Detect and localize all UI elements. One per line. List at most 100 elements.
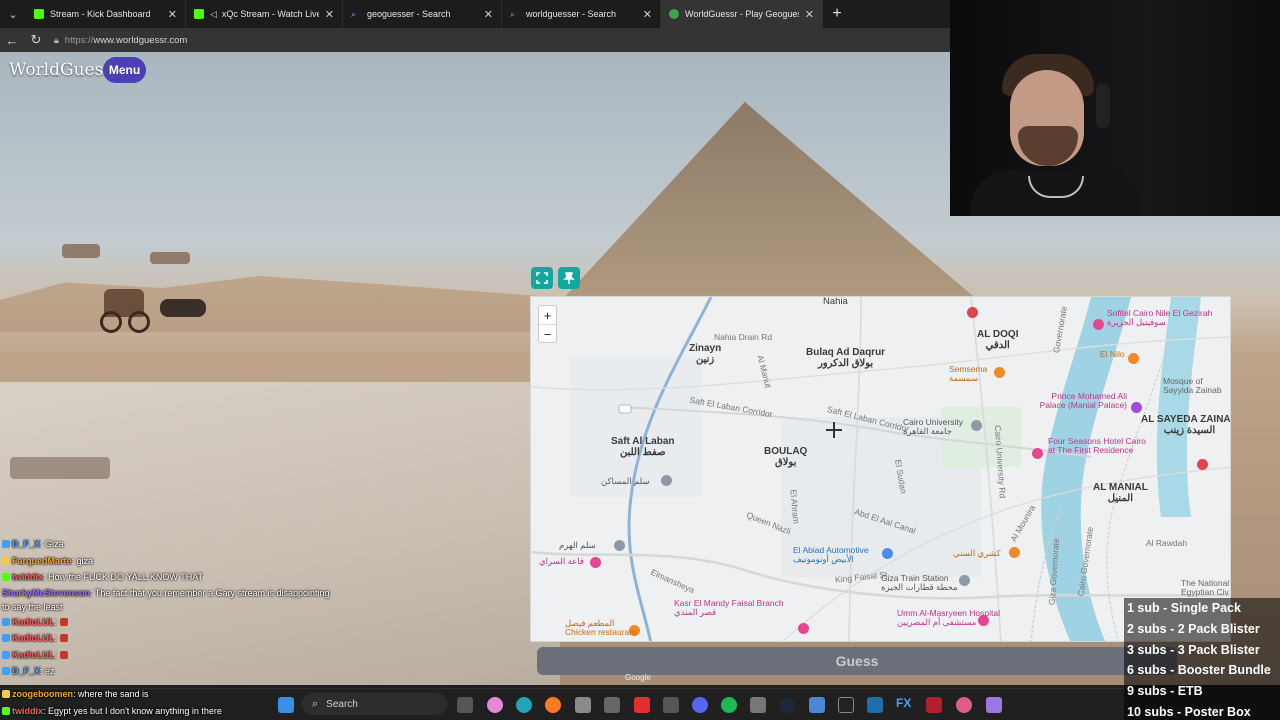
discord-icon[interactable]: [692, 697, 708, 713]
hotel-pin-icon[interactable]: [1093, 319, 1104, 330]
emote-icon: [59, 634, 68, 642]
poi-label: Cairo University جامعة القاهرة: [903, 417, 963, 437]
chat-badge-icon: [2, 707, 10, 715]
kick-favicon-icon: [34, 9, 44, 19]
poi-label: Kasr El Mandy Faisal Branch قصر المندي: [674, 598, 784, 618]
guess-button[interactable]: Guess: [537, 647, 1177, 675]
chat-message: KadioLUL:: [2, 630, 332, 647]
task-view-icon[interactable]: [457, 697, 473, 713]
app-icon[interactable]: [956, 697, 972, 713]
muted-speaker-icon[interactable]: ◁: [210, 9, 217, 20]
hospital-pin-icon[interactable]: [967, 307, 978, 318]
app-icon[interactable]: [867, 697, 883, 713]
train-station-pin-icon[interactable]: [959, 575, 970, 586]
palace-pin-icon[interactable]: [1131, 402, 1142, 413]
poi-label: قاعة السراي: [539, 556, 584, 566]
chat-badge-icon: [2, 556, 10, 565]
poi-label: المطعم فيصل Chicken restaurant: [565, 618, 637, 638]
browser-tab[interactable]: Stream - Kick Dashboard ✕: [26, 0, 186, 28]
close-tab-icon[interactable]: ✕: [643, 8, 652, 21]
guess-map[interactable]: Nahia Zinayn زنين Bulaq Ad Daqrur بولاق ال…: [530, 296, 1231, 642]
spotify-icon[interactable]: [721, 697, 737, 713]
pyramid: [560, 102, 980, 302]
restaurant-pin-icon[interactable]: [1128, 353, 1139, 364]
windows-start-icon[interactable]: [278, 697, 294, 713]
close-tab-icon[interactable]: ✕: [325, 8, 334, 21]
restaurant-pin-icon[interactable]: [1009, 547, 1020, 558]
rock: [62, 244, 100, 258]
edge-browser-icon[interactable]: [516, 697, 532, 713]
hospital-pin-icon[interactable]: [1197, 459, 1208, 470]
steam-icon[interactable]: [779, 697, 795, 713]
firefox-icon[interactable]: [545, 697, 561, 713]
browser-tab[interactable]: ⌕ geoguesser - Search ✕: [343, 0, 502, 28]
close-tab-icon[interactable]: ✕: [484, 8, 493, 21]
poi-label: Mosque of Sayyida Zainab: [1163, 376, 1222, 396]
chat-message: D_F_X: Giza: [2, 536, 332, 553]
poi-label: Four Seasons Hotel Cairo at The First Re…: [1048, 436, 1146, 456]
road-label: Al Rawdah: [1146, 538, 1188, 548]
sub-goal: 2 subs - 2 Pack Blister: [1127, 621, 1260, 636]
tab-list-chevron-icon[interactable]: ⌄: [0, 0, 26, 28]
car-dealer-pin-icon[interactable]: [882, 548, 893, 559]
browser-tab-active[interactable]: WorldGuessr - Play Geoguessr for ✕: [661, 0, 823, 28]
copilot-icon[interactable]: [487, 697, 503, 713]
map-attribution: Google: [625, 673, 651, 682]
browser-tab-bar: ⌄ Stream - Kick Dashboard ✕ ◁ xQc Stream…: [0, 0, 950, 28]
stream-chat: D_F_X: Giza FarquedMarte: giza twiddix: …: [2, 536, 332, 680]
poi-label: Sofitel Cairo Nile El Gezirah سوفيتيل الج…: [1107, 308, 1213, 328]
rock: [10, 457, 110, 479]
back-arrow-icon[interactable]: ←: [0, 33, 24, 48]
transit-pin-icon[interactable]: [614, 540, 625, 551]
app-icon[interactable]: [809, 697, 825, 713]
search-icon: ⌕: [351, 9, 357, 19]
shop-pin-icon[interactable]: [798, 623, 809, 634]
browser-tab[interactable]: ◁ xQc Stream - Watch Live on Ki ✕: [186, 0, 343, 28]
transit-pin-icon[interactable]: [661, 475, 672, 486]
map-zoom-control: + −: [538, 305, 557, 343]
close-tab-icon[interactable]: ✕: [168, 8, 177, 21]
pin-icon[interactable]: [558, 267, 580, 289]
area-label: AL DOQI الدقي: [977, 329, 1019, 351]
menu-button[interactable]: Menu: [103, 57, 146, 83]
chat-message: KadioLUL:: [2, 614, 332, 631]
poi-label: Prince Mohamed Ali Palace (Manial Palace…: [1039, 391, 1127, 411]
poi-label: The National Egyptian Civ: [1181, 578, 1230, 598]
app-icon[interactable]: [750, 697, 766, 713]
app-icon[interactable]: [986, 697, 1002, 713]
poi-label: El Abiad Automotive الأبيض أوتوموتيف: [793, 545, 869, 565]
venue-pin-icon[interactable]: [590, 557, 601, 568]
chat-message: SharkyMcStevenson: The fact that you rem…: [2, 587, 330, 612]
search-icon: ⌕: [312, 697, 319, 710]
area-label: AL MANIAL المنيل: [1093, 482, 1148, 504]
road-label: El Ahram: [788, 488, 802, 525]
emote-icon: [59, 617, 68, 626]
browser-tab[interactable]: ⌕ worldguesser - Search ✕: [502, 0, 661, 28]
new-tab-button[interactable]: +: [823, 5, 851, 23]
app-icon[interactable]: [926, 697, 942, 713]
close-tab-icon[interactable]: ✕: [805, 8, 814, 21]
app-icon[interactable]: [838, 697, 854, 713]
hotel-pin-icon[interactable]: [1032, 448, 1043, 459]
taskbar-search[interactable]: ⌕ Search: [302, 693, 447, 715]
fx-app-icon[interactable]: FX: [896, 696, 911, 710]
poi-label: Giza Train Station محطة قطارات الجيزة: [881, 573, 958, 593]
app-icon[interactable]: [604, 697, 620, 713]
app-icon[interactable]: [575, 697, 591, 713]
app-icon[interactable]: [634, 697, 650, 713]
restaurant-pin-icon[interactable]: [994, 367, 1005, 378]
chat-badge-icon: [2, 617, 10, 626]
road-label: Nahia Drain Rd: [714, 332, 773, 342]
fullscreen-icon[interactable]: [531, 267, 553, 289]
university-pin-icon[interactable]: [971, 420, 982, 431]
zoom-out-button[interactable]: −: [539, 325, 556, 344]
chat-message: twiddix: How the FUCK DO YALL KNOW THAT: [2, 569, 332, 586]
chat-message: zoogeboomen: where the sand is: [2, 686, 149, 703]
desert-ridge: [0, 276, 540, 332]
reload-icon[interactable]: ↻: [24, 32, 48, 48]
music-icon[interactable]: [663, 697, 679, 713]
url-field[interactable]: 🔒︎ https:// www.worldguessr.com: [54, 35, 187, 46]
zoom-in-button[interactable]: +: [539, 306, 556, 325]
address-bar: ← ↻ 🔒︎ https:// www.worldguessr.com: [0, 28, 950, 52]
sub-goal: 1 sub - Single Pack: [1127, 601, 1241, 615]
